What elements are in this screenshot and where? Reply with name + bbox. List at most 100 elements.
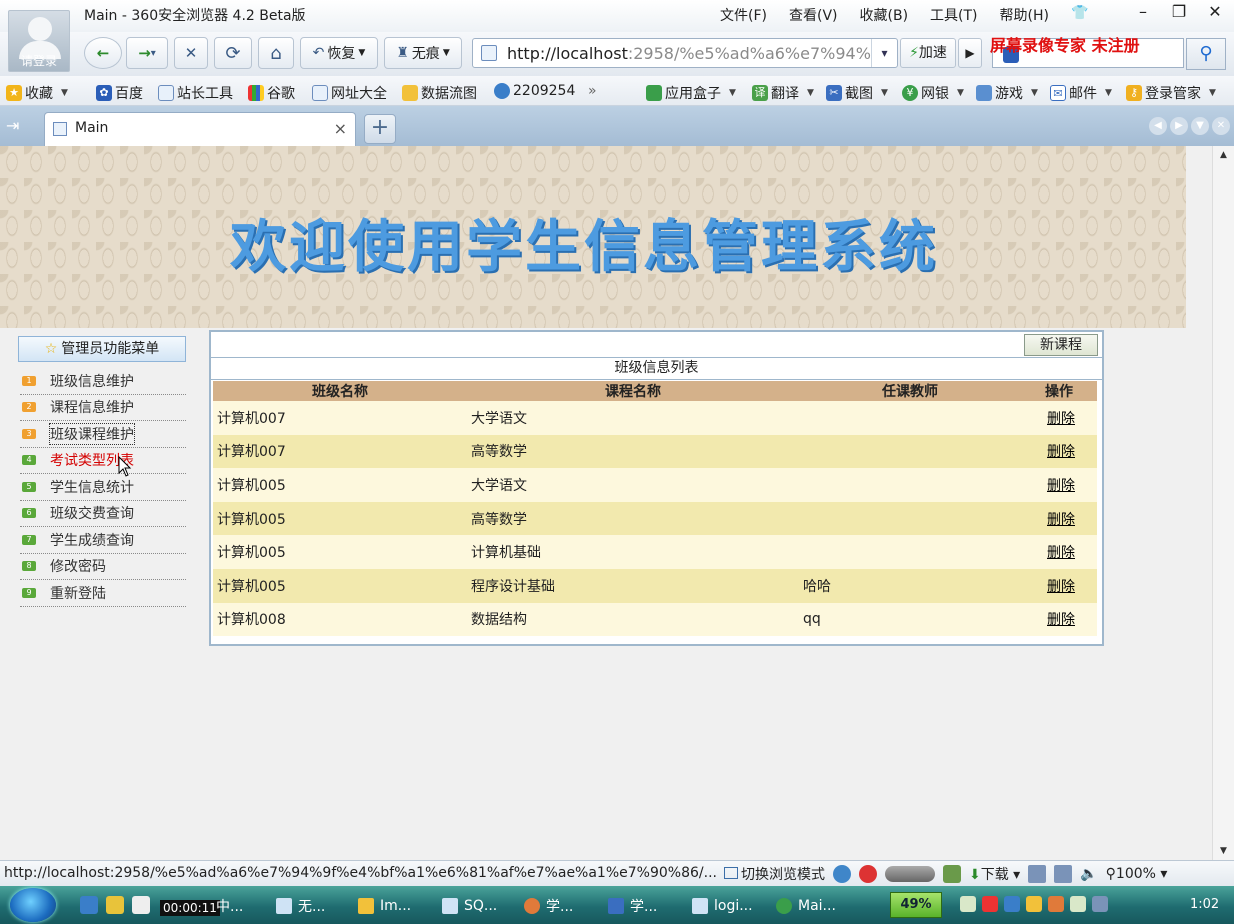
sidebar-item-change-password[interactable]: 8 修改密码 [20,554,186,580]
tool-games[interactable]: 游戏 ▼ [976,83,1038,103]
taskbar-item[interactable]: 无... [276,894,325,918]
bookmark-google[interactable]: 谷歌 [248,83,295,103]
delete-link[interactable]: 删除 [1047,512,1075,528]
taskbar-item[interactable]: SQ... [442,894,497,918]
bookmark-url-directory[interactable]: 网址大全 [312,83,387,103]
toggle-switch-icon[interactable] [885,866,935,882]
scroll-down-icon[interactable]: ▼ [1213,846,1234,856]
tab-close-all-icon[interactable]: ✕ [1212,117,1230,135]
tray-icon[interactable] [960,896,976,912]
new-tab-button[interactable]: + [364,114,396,144]
bookmark-webmaster-tools[interactable]: 站长工具 [158,83,233,103]
tool-online-banking[interactable]: ¥ 网银 ▼ [902,83,964,103]
sidebar-item-student-stats[interactable]: 5 学生信息统计 [20,474,186,501]
sidebar-item-score-query[interactable]: 7 学生成绩查询 [20,527,186,554]
sidebar-item-course-info[interactable]: 2 课程信息维护 [20,395,186,421]
tool-app-box[interactable]: 应用盒子 ▼ [646,83,736,103]
more-bookmarks[interactable]: » [588,83,597,99]
quick-launch-icon[interactable] [106,896,124,914]
bookmark-2209254[interactable]: 2209254 [494,83,575,99]
sidebar-item-class-info[interactable]: 1 班级信息维护 [20,368,186,395]
close-tab-icon[interactable]: × [334,119,347,138]
speedup-button[interactable]: ⚡加速 [900,38,956,68]
bookmark-baidu[interactable]: ✿ 百度 [96,83,143,103]
taskbar-item[interactable]: Mai... [776,894,836,918]
menu-help[interactable]: 帮助(H) [1000,5,1049,25]
home-icon: ⌂ [270,42,282,64]
delete-link[interactable]: 删除 [1047,545,1075,561]
quick-launch-icon[interactable] [80,896,98,914]
cell-class: 计算机005 [217,511,286,528]
delete-link[interactable]: 删除 [1047,478,1075,494]
sidebar-item-class-course[interactable]: 3 班级课程维护 [20,421,186,448]
taskbar-item[interactable]: 学... [608,894,657,918]
user-avatar[interactable]: 请登录 [8,10,70,72]
tray-icon[interactable] [1026,896,1042,912]
memory-usage-badge[interactable]: 49% [890,892,942,918]
screen-icon[interactable] [943,865,961,883]
tab-prev-icon[interactable]: ◀ [1149,117,1167,135]
delete-link[interactable]: 删除 [1047,612,1075,628]
delete-link[interactable]: 删除 [1047,579,1075,595]
tray-icon[interactable] [1048,896,1064,912]
tab-next-icon[interactable]: ▶ [1170,117,1188,135]
taskbar-item-label: 学... [546,899,574,915]
address-dropdown[interactable]: ▾ [871,39,897,67]
favorites-menu[interactable]: ★ 收藏 ▼ [6,83,68,103]
sidebar-item-exam-types[interactable]: 4 考试类型列表 [20,448,186,474]
menu-view[interactable]: 查看(V) [789,5,838,25]
menu-tools[interactable]: 工具(T) [930,5,977,25]
download-button[interactable]: ⬇下载 ▾ [969,864,1020,884]
delete-link[interactable]: 删除 [1047,411,1075,427]
sidebar-item-relogin[interactable]: 9 重新登陆 [20,580,186,607]
home-button[interactable]: ⌂ [258,37,294,69]
tray-icon[interactable] [1004,896,1020,912]
tray-icon[interactable] [1070,896,1086,912]
taskbar-item[interactable]: 中... [216,894,243,918]
zoom-control[interactable]: ⚲100% ▾ [1106,866,1168,882]
window-list-icon[interactable] [1054,865,1073,883]
shield-icon[interactable] [859,865,877,883]
taskbar-item[interactable]: Im... [358,894,411,918]
switch-mode-button[interactable]: 切换浏览模式 [724,864,825,884]
sidebar-item-fee-query[interactable]: 6 班级交费查询 [20,501,186,527]
volume-icon[interactable]: 🔈 [1080,866,1097,882]
tray-icon[interactable] [1092,896,1108,912]
sidebar-toggle-icon[interactable]: ⇥ [6,116,19,135]
delete-link[interactable]: 删除 [1047,444,1075,460]
skin-shirt-icon[interactable]: 👕 [1071,5,1088,25]
taskbar-item[interactable]: logi... [692,894,753,918]
restore-button[interactable]: ❐ [1168,2,1190,21]
tool-screenshot[interactable]: ✂ 截图 ▼ [826,83,888,103]
quick-launch-icon[interactable] [132,896,150,914]
menu-favorites[interactable]: 收藏(B) [860,5,909,25]
vertical-scrollbar[interactable]: ▲ ▼ [1212,146,1234,860]
tool-translate[interactable]: 译翻译 ▼ [752,83,814,103]
ie-icon[interactable] [833,865,851,883]
start-button[interactable] [10,888,56,922]
bookmark-data-flow[interactable]: 数据流图 [402,83,477,103]
document-icon[interactable] [1028,865,1047,883]
stop-button[interactable]: ✕ [174,37,208,69]
search-button[interactable]: ⚲ [1186,38,1226,70]
close-window-button[interactable]: ✕ [1204,2,1226,21]
tab-main[interactable]: Main × [44,112,356,146]
address-bar[interactable]: http://localhost:2958/%e5%ad%a6%e7%94% ▾ [472,38,898,68]
forward-button[interactable]: → ▾ [126,37,168,69]
taskbar-item[interactable]: 学... [524,894,573,918]
minimize-button[interactable]: – [1132,2,1154,21]
tool-login-manager[interactable]: ⚷ 登录管家 ▼ [1126,83,1216,103]
private-mode-button[interactable]: ♜ 无痕 ▼ [384,37,462,69]
refresh-button[interactable]: ⟳ [214,37,252,69]
back-button[interactable]: ← [84,37,122,69]
scroll-up-icon[interactable]: ▲ [1213,150,1234,160]
tab-list-icon[interactable]: ▼ [1191,117,1209,135]
tray-icon[interactable] [982,896,998,912]
tool-mail[interactable]: ✉ 邮件 ▼ [1050,83,1112,103]
new-course-button[interactable]: 新课程 [1024,334,1098,356]
restore-tab-button[interactable]: ↶ 恢复 ▼ [300,37,378,69]
address-text[interactable]: http://localhost:2958/%e5%ad%a6%e7%94% [507,44,871,63]
menu-file[interactable]: 文件(F) [720,5,767,25]
taskbar-clock: 1:02 [1190,897,1220,912]
go-button[interactable]: ▶ [958,38,982,68]
